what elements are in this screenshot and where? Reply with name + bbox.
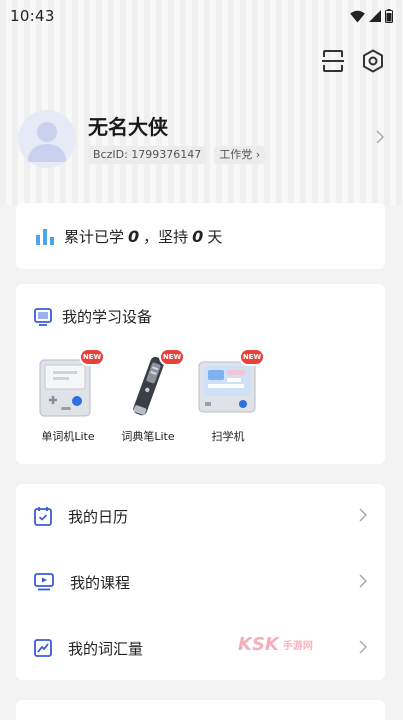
devices-title: 我的学习设备 — [34, 306, 152, 327]
stats-prefix: 累计已学 — [64, 227, 125, 246]
wifi-icon — [350, 10, 365, 22]
vocabulary-icon — [34, 639, 52, 657]
menu-item-courses[interactable]: 我的课程 — [16, 550, 385, 614]
learned-count: 0 — [128, 226, 140, 246]
monitor-icon — [34, 307, 52, 326]
username: 无名大侠 — [88, 115, 168, 139]
word-machine-icon: NEW — [35, 348, 105, 418]
bar-chart-icon — [36, 229, 54, 245]
scan-learn-machine-icon: NEW — [195, 348, 265, 418]
device-label: 词典笔Lite — [121, 430, 175, 443]
identity-tag[interactable]: 工作党 › — [214, 146, 266, 164]
status-time: 10:43 — [10, 7, 55, 25]
status-bar: 10:43 — [0, 0, 403, 32]
default-avatar-icon — [27, 122, 67, 162]
device-word-machine[interactable]: NEW 单词机Lite — [28, 348, 108, 449]
course-icon — [34, 573, 54, 591]
menu-item-label: 我的课程 — [70, 573, 131, 592]
chevron-right-icon — [359, 574, 367, 588]
profile-header[interactable]: 无名大侠 BczID: 1799376147 工作党 › — [18, 106, 388, 172]
battery-icon — [385, 9, 393, 23]
settings-gear-icon[interactable] — [360, 48, 386, 74]
bottom-card-partial — [16, 700, 385, 720]
bczid-tag: BczID: 1799376147 — [88, 146, 207, 164]
calendar-icon — [34, 507, 52, 526]
chevron-right-icon — [376, 130, 384, 144]
menu-item-calendar[interactable]: 我的日历 — [16, 484, 385, 548]
new-badge: NEW — [79, 348, 105, 366]
watermark-brand: KSK — [238, 634, 279, 655]
signal-icon — [369, 10, 381, 22]
stats-suffix: 天 — [207, 227, 223, 246]
learning-devices-card: 我的学习设备 NEW 单词机Lite NEW 词典笔Lite NEW 扫学机 — [16, 284, 385, 464]
device-label: 扫学机 — [211, 430, 245, 443]
dictionary-pen-icon: NEW — [115, 348, 185, 418]
watermark-text: 手游网 — [282, 641, 313, 652]
learning-stats-text: 累计已学 0 ，坚持 0 天 — [64, 226, 222, 247]
menu-card: 我的日历 我的课程 我的词汇量 — [16, 484, 385, 680]
scan-icon[interactable] — [320, 48, 346, 74]
chevron-right-icon — [359, 508, 367, 522]
identity-tag-label: 工作党 — [219, 148, 253, 161]
stats-separator: ，坚持 — [143, 227, 189, 246]
menu-item-vocabulary[interactable]: 我的词汇量 — [16, 616, 385, 680]
new-badge: NEW — [159, 348, 185, 366]
devices-title-label: 我的学习设备 — [62, 308, 153, 326]
learning-stats-card[interactable]: 累计已学 0 ，坚持 0 天 — [16, 203, 385, 269]
device-dictionary-pen[interactable]: NEW 词典笔Lite — [108, 348, 188, 449]
menu-item-label: 我的词汇量 — [68, 639, 144, 658]
device-scan-learn-machine[interactable]: NEW 扫学机 — [188, 348, 268, 449]
avatar[interactable] — [18, 110, 76, 168]
status-icons — [350, 9, 393, 23]
watermark: KSK 手游网 — [238, 634, 313, 655]
menu-item-label: 我的日历 — [68, 507, 129, 526]
streak-days: 0 — [192, 226, 204, 246]
new-badge: NEW — [239, 348, 265, 366]
chevron-right-icon — [359, 640, 367, 654]
device-label: 单词机Lite — [41, 430, 95, 443]
